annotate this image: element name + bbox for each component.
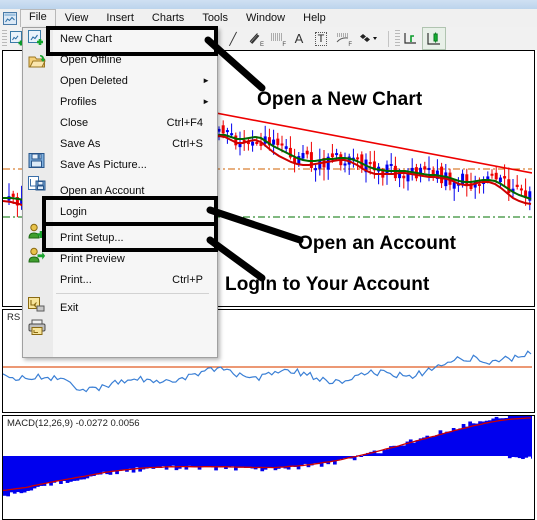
menu-open-an-account-label: Open an Account — [60, 184, 145, 197]
text-glyph: A — [294, 31, 304, 46]
login-user-icon — [28, 247, 47, 265]
text-label-glyph: T — [314, 31, 328, 46]
rsi-pane-label: RS — [7, 312, 21, 323]
menu-print[interactable]: Print... Ctrl+P — [53, 269, 217, 290]
menu-save-as-picture[interactable]: Save As Picture... — [53, 154, 217, 175]
menu-item-help[interactable]: Help — [294, 10, 335, 27]
text-label-icon[interactable]: T — [310, 28, 332, 49]
menu-item-tools[interactable]: Tools — [193, 10, 237, 27]
menu-save-as[interactable]: Save As Ctrl+S — [53, 133, 217, 154]
menu-login-label: Login — [60, 205, 87, 218]
new-chart-icon — [28, 30, 47, 48]
menu-print-preview[interactable]: Print Preview — [53, 248, 217, 269]
annotation-open-an-account: Open an Account — [298, 233, 457, 254]
menu-open-an-account[interactable]: Open an Account — [53, 180, 217, 201]
menu-new-chart-label: New Chart — [60, 32, 112, 45]
text-icon[interactable]: A — [288, 28, 310, 49]
macd-indicator-pane[interactable]: MACD(12,26,9) -0.0272 0.0056 — [2, 415, 535, 520]
fibo-arc-sub: F — [348, 42, 352, 48]
macd-chart-svg — [3, 416, 532, 497]
print-preview-icon — [28, 296, 47, 314]
menu-item-charts[interactable]: Charts — [143, 10, 193, 27]
menu-save-as-label: Save As — [60, 137, 101, 150]
chevron-right-icon: ► — [202, 76, 210, 85]
open-folder-icon — [28, 53, 47, 71]
menu-new-chart[interactable]: New Chart — [53, 28, 217, 49]
macd-pane-label: MACD(12,26,9) -0.0272 0.0056 — [7, 418, 140, 429]
menu-print-preview-label: Print Preview — [60, 252, 125, 265]
menu-open-offline[interactable]: Open Offline — [53, 49, 217, 70]
menu-print-label: Print... — [60, 273, 92, 286]
trendline-glyph: ╱ — [229, 31, 237, 46]
menu-item-insert[interactable]: Insert — [97, 10, 143, 27]
save-picture-icon — [28, 175, 47, 193]
menu-exit[interactable]: Exit — [53, 297, 217, 318]
crosshair-icon[interactable] — [400, 28, 422, 49]
file-menu-items: New Chart Open Offline Open Deleted ► Pr… — [53, 28, 217, 357]
file-dropdown-menu[interactable]: New Chart Open Offline Open Deleted ► Pr… — [22, 27, 218, 358]
equidistant-channel-icon[interactable]: E — [244, 28, 266, 49]
menu-profiles[interactable]: Profiles ► — [53, 91, 217, 112]
chevron-right-icon: ► — [202, 97, 210, 106]
menu-open-deleted-label: Open Deleted — [60, 74, 128, 87]
annotation-login: Login to Your Account — [225, 274, 430, 295]
trendline-icon[interactable]: ╱ — [222, 28, 244, 49]
menu-icon-gutter — [23, 28, 54, 357]
metatrader-window: File View Insert Charts Tools Window Hel… — [0, 0, 537, 520]
menu-login[interactable]: Login — [53, 201, 217, 222]
menu-separator — [56, 293, 209, 294]
menu-close-label: Close — [60, 116, 89, 129]
menu-profiles-label: Profiles — [60, 95, 97, 108]
menu-exit-label: Exit — [60, 301, 79, 314]
fibo-arc-icon[interactable]: F — [332, 28, 354, 49]
equidistant-channel-sub: E — [259, 42, 264, 48]
chart-window-icon — [0, 10, 20, 27]
menu-print-accel: Ctrl+P — [172, 273, 203, 286]
menu-close[interactable]: Close Ctrl+F4 — [53, 112, 217, 133]
menu-close-accel: Ctrl+F4 — [166, 116, 203, 129]
menu-save-as-picture-label: Save As Picture... — [60, 158, 147, 171]
shapes-icon[interactable] — [354, 28, 384, 49]
save-disk-icon — [28, 152, 47, 170]
menu-item-view[interactable]: View — [56, 10, 98, 27]
menu-item-window[interactable]: Window — [237, 10, 294, 27]
printer-icon — [28, 319, 47, 337]
menu-print-setup[interactable]: Print Setup... — [53, 227, 217, 248]
menu-save-as-accel: Ctrl+S — [172, 137, 203, 150]
menu-item-file[interactable]: File — [20, 9, 56, 27]
menu-print-setup-label: Print Setup... — [60, 231, 124, 244]
bar-chart-icon[interactable] — [422, 27, 446, 50]
add-user-icon — [28, 223, 47, 241]
menu-open-deleted[interactable]: Open Deleted ► — [53, 70, 217, 91]
fibonacci-icon[interactable]: F — [266, 28, 288, 49]
annotation-open-new-chart: Open a New Chart — [257, 89, 423, 110]
menu-bar: File View Insert Charts Tools Window Hel… — [0, 9, 537, 28]
fibonacci-sub: F — [282, 42, 286, 48]
menu-open-offline-label: Open Offline — [60, 53, 122, 66]
toolbar-separator-2 — [388, 30, 389, 47]
